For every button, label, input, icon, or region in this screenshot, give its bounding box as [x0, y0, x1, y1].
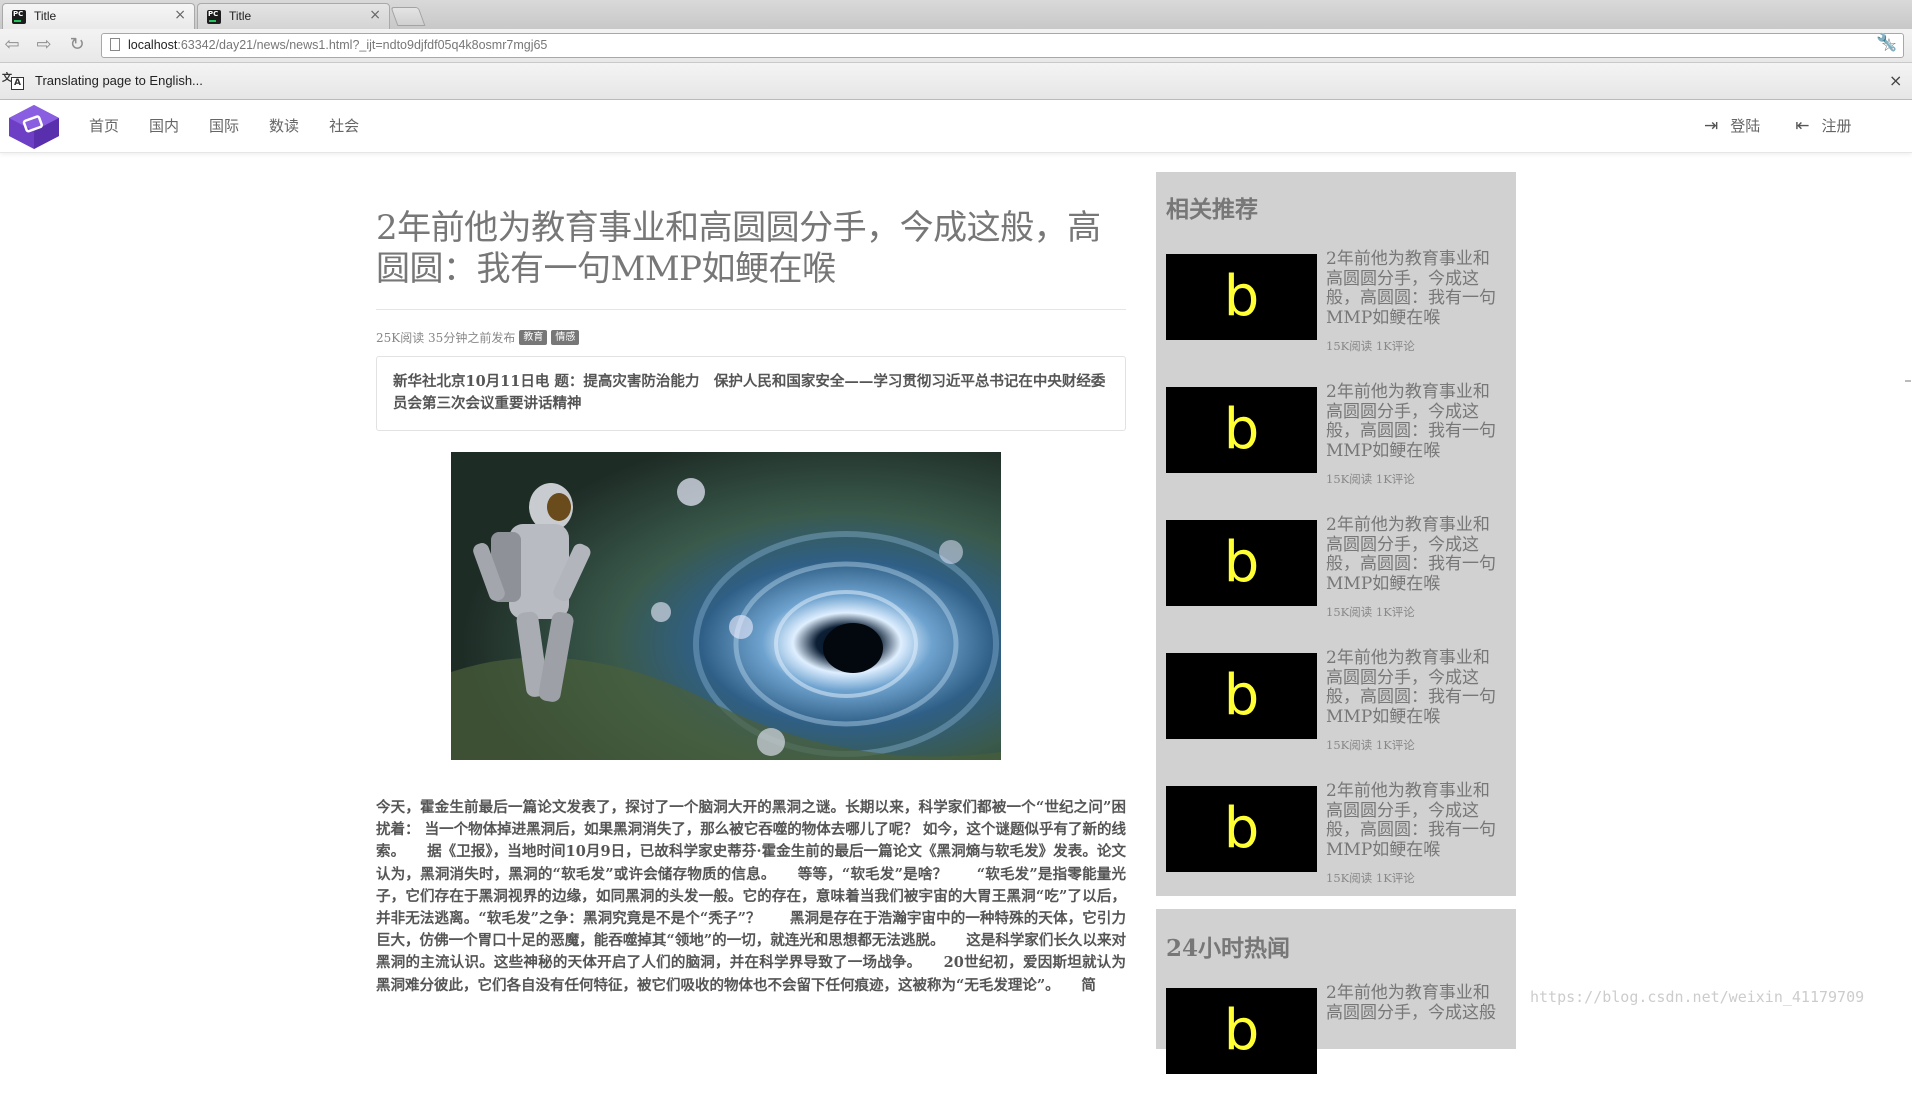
pycharm-favicon-icon: [12, 10, 26, 24]
article-hero-image: [451, 452, 1001, 760]
nav-data[interactable]: 数读: [269, 115, 299, 136]
article-body: 今天，霍金生前最后一篇论文发表了，探讨了一个脑洞大开的黑洞之谜。长期以来，科学家…: [376, 799, 1126, 994]
pycharm-favicon-icon: [207, 10, 221, 24]
infobar-close-icon[interactable]: ×: [1889, 71, 1902, 90]
related-item-meta: 15K阅读 1K评论: [1326, 871, 1415, 885]
related-item[interactable]: b 2年前他为教育事业和高圆圆分手，今成这般，高圆圆：我有一句MMP如鲠在喉 1…: [1166, 382, 1506, 492]
hot-item-title[interactable]: 2年前他为教育事业和高圆圆分手，今成这般: [1326, 983, 1506, 1023]
thumbnail: b: [1166, 653, 1317, 739]
related-item[interactable]: b 2年前他为教育事业和高圆圆分手，今成这般，高圆圆：我有一句MMP如鲠在喉 1…: [1166, 515, 1506, 625]
nav-home[interactable]: 首页: [89, 115, 119, 136]
article-title: 2年前他为教育事业和高圆圆分手，今成这般，高圆圆：我有一句MMP如鲠在喉: [376, 208, 1101, 289]
tab-title: Title: [34, 9, 57, 23]
site-logo[interactable]: [8, 104, 60, 150]
wrench-icon[interactable]: 🔧: [1876, 33, 1897, 53]
login-label: 登陆: [1730, 117, 1761, 135]
main-nav: 首页 国内 国际 数读 社会: [89, 115, 389, 136]
thumbnail: b: [1166, 520, 1317, 606]
nav-domestic[interactable]: 国内: [149, 115, 179, 136]
browser-tab-2[interactable]: Title ×: [197, 3, 390, 29]
login-icon: ⇥: [1704, 115, 1719, 136]
reload-icon[interactable]: ↻: [65, 33, 89, 57]
related-item-meta: 15K阅读 1K评论: [1326, 605, 1415, 619]
tag-emotion[interactable]: 情感: [551, 330, 580, 345]
register-label: 注册: [1821, 117, 1852, 135]
tag-education[interactable]: 教育: [519, 330, 548, 345]
browser-tab-strip: Title × Title ×: [0, 0, 1912, 30]
related-item-meta: 15K阅读 1K评论: [1326, 472, 1415, 486]
forward-arrow-icon[interactable]: ⇨: [32, 33, 56, 57]
title-divider: [376, 309, 1126, 310]
browser-tab-1[interactable]: Title ×: [2, 3, 195, 29]
related-item-title[interactable]: 2年前他为教育事业和高圆圆分手，今成这般，高圆圆：我有一句MMP如鲠在喉: [1326, 781, 1506, 860]
page-icon: [110, 38, 120, 51]
auth-links: ⇥ 登陆 ⇤ 注册: [1704, 115, 1887, 136]
article-meta: 25K阅读 35分钟之前发布 教育 情感: [376, 329, 580, 346]
login-link[interactable]: ⇥ 登陆: [1704, 115, 1760, 136]
related-item-title[interactable]: 2年前他为教育事业和高圆圆分手，今成这般，高圆圆：我有一句MMP如鲠在喉: [1326, 249, 1506, 328]
url-text[interactable]: localhost:63342/day21/news/news1.html?_i…: [128, 38, 547, 52]
csdn-watermark: https://blog.csdn.net/weixin_41179709: [1530, 988, 1865, 1006]
related-item-title[interactable]: 2年前他为教育事业和高圆圆分手，今成这般，高圆圆：我有一句MMP如鲠在喉: [1326, 648, 1506, 727]
translate-icon: 文A: [2, 69, 24, 91]
address-bar[interactable]: localhost:63342/day21/news/news1.html?_i…: [101, 33, 1904, 58]
site-navbar: 首页 国内 国际 数读 社会 ⇥ 登陆 ⇤ 注册: [0, 100, 1912, 153]
nav-international[interactable]: 国际: [209, 115, 239, 136]
tab-close-icon[interactable]: ×: [369, 7, 381, 23]
thumbnail: b: [1166, 254, 1317, 340]
translate-infobar: 文A Translating page to English... ×: [0, 63, 1912, 100]
related-recommendations-panel: 相关推荐 b 2年前他为教育事业和高圆圆分手，今成这般，高圆圆：我有一句MMP如…: [1156, 172, 1516, 896]
hot-item[interactable]: b 2年前他为教育事业和高圆圆分手，今成这般: [1166, 983, 1506, 1093]
related-item-title[interactable]: 2年前他为教育事业和高圆圆分手，今成这般，高圆圆：我有一句MMP如鲠在喉: [1326, 515, 1506, 594]
register-icon: ⇤: [1795, 115, 1810, 136]
scrollbar-grip[interactable]: [1905, 380, 1911, 382]
related-item[interactable]: b 2年前他为教育事业和高圆圆分手，今成这般，高圆圆：我有一句MMP如鲠在喉 1…: [1166, 249, 1506, 359]
back-arrow-icon[interactable]: ⇦: [0, 33, 24, 57]
register-link[interactable]: ⇤ 注册: [1795, 115, 1851, 136]
related-item[interactable]: b 2年前他为教育事业和高圆圆分手，今成这般，高圆圆：我有一句MMP如鲠在喉 1…: [1166, 781, 1506, 891]
article-summary: 新华社北京10月11日电 题：提高灾害防治能力 保护人民和国家安全——学习贯彻习…: [376, 356, 1126, 431]
tab-close-icon[interactable]: ×: [174, 7, 186, 23]
tab-title: Title: [229, 9, 252, 23]
browser-toolbar: ⇦ ⇨ ↻ localhost:63342/day21/news/news1.h…: [0, 29, 1912, 63]
related-item-meta: 15K阅读 1K评论: [1326, 738, 1415, 752]
thumbnail: b: [1166, 786, 1317, 872]
new-tab-button[interactable]: [390, 7, 426, 26]
related-item-meta: 15K阅读 1K评论: [1326, 339, 1415, 353]
nav-society[interactable]: 社会: [329, 115, 359, 136]
related-heading: 相关推荐: [1166, 196, 1258, 223]
translate-status: Translating page to English...: [35, 73, 203, 88]
read-time-meta: 25K阅读 35分钟之前发布: [376, 331, 516, 345]
thumbnail: b: [1166, 988, 1317, 1074]
hot-news-panel: 24小时热闻 b 2年前他为教育事业和高圆圆分手，今成这般: [1156, 909, 1516, 1074]
thumbnail: b: [1166, 387, 1317, 473]
hot-heading: 24小时热闻: [1166, 935, 1291, 962]
related-item[interactable]: b 2年前他为教育事业和高圆圆分手，今成这般，高圆圆：我有一句MMP如鲠在喉 1…: [1166, 648, 1506, 758]
related-item-title[interactable]: 2年前他为教育事业和高圆圆分手，今成这般，高圆圆：我有一句MMP如鲠在喉: [1326, 382, 1506, 461]
